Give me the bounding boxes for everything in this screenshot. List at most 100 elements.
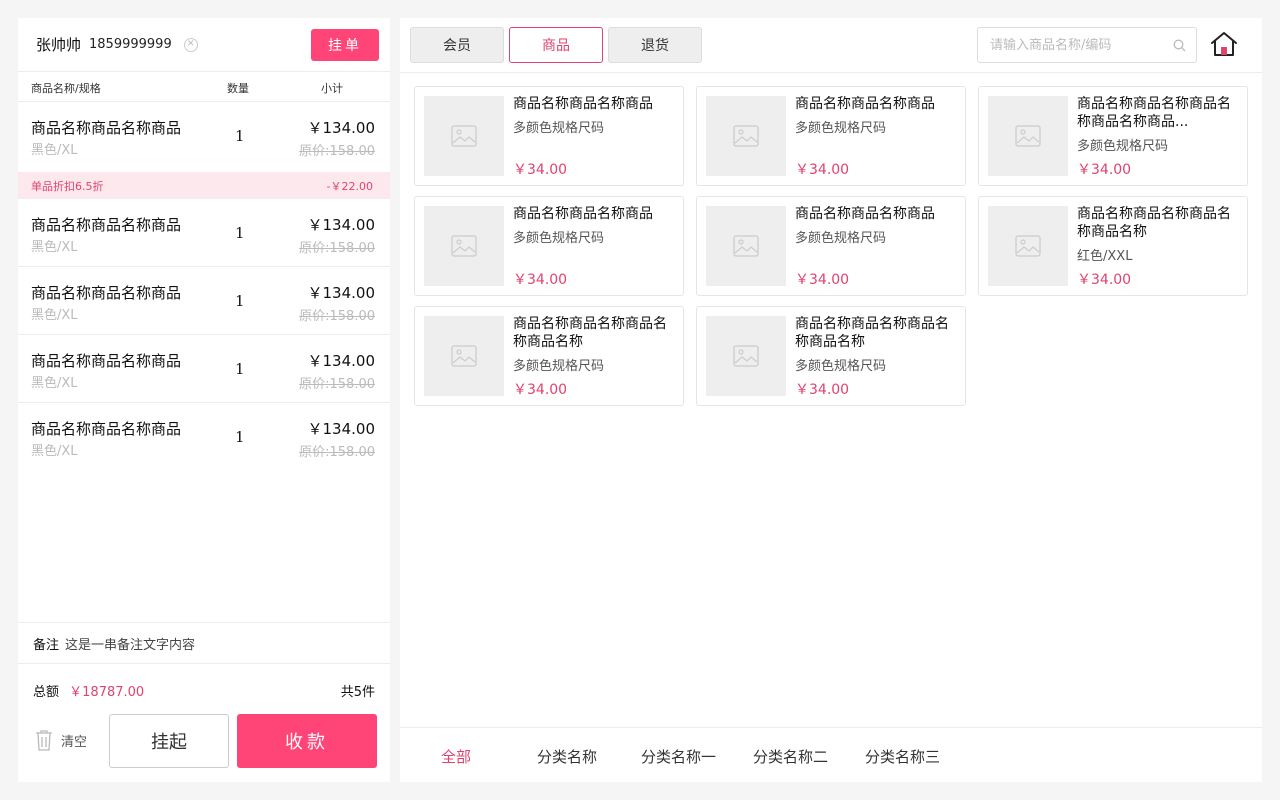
discount-amount: -￥22.00 xyxy=(326,180,373,193)
product-price: ￥34.00 xyxy=(513,382,568,398)
item-name: 商品名称商品名称商品 xyxy=(31,420,182,438)
item-price: ￥134.00 xyxy=(307,420,376,438)
product-image xyxy=(424,316,504,396)
item-qty[interactable]: 1 xyxy=(235,127,245,145)
total-value: ￥18787.00 xyxy=(69,685,145,700)
product-card[interactable]: 商品名称商品名称商品名称商品名称商品... 多颜色规格尺码 ￥34.00 xyxy=(978,86,1248,186)
item-original-price: 原价:158.00 xyxy=(299,445,375,460)
product-price: ￥34.00 xyxy=(513,272,568,288)
product-card[interactable]: 商品名称商品名称商品名称商品名称 多颜色规格尺码 ￥34.00 xyxy=(414,306,684,406)
item-spec: 黑色/XL xyxy=(31,143,78,158)
product-spec: 多颜色规格尺码 xyxy=(513,359,605,374)
image-icon xyxy=(451,235,477,257)
product-title: 商品名称商品名称商品 xyxy=(513,96,653,112)
item-price: ￥134.00 xyxy=(307,352,376,370)
category-bar: 全部 分类名称 分类名称一 分类名称二 分类名称三 xyxy=(400,727,1262,782)
item-spec: 黑色/XL xyxy=(31,240,78,255)
clear-label: 清空 xyxy=(61,734,88,750)
home-icon[interactable] xyxy=(1210,31,1238,57)
customer-phone: 1859999999 xyxy=(89,37,172,52)
item-price: ￥134.00 xyxy=(307,119,376,137)
product-title: 商品名称商品名称商品名称商品名称商品... xyxy=(1077,96,1231,130)
item-qty[interactable]: 1 xyxy=(235,360,245,378)
category-item[interactable]: 分类名称三 xyxy=(865,746,940,767)
item-spec: 黑色/XL xyxy=(31,376,78,391)
item-qty[interactable]: 1 xyxy=(235,292,245,310)
close-circle-icon[interactable]: ✕ xyxy=(183,37,198,52)
tab-returns[interactable]: 退货 xyxy=(608,27,702,63)
product-card[interactable]: 商品名称商品名称商品名称商品名称 多颜色规格尺码 ￥34.00 xyxy=(696,306,966,406)
category-item[interactable]: 分类名称 xyxy=(537,746,597,767)
hold-button[interactable]: 挂起 xyxy=(109,714,229,768)
product-panel: 会员 商品 退货 商品名称商品名称商品 多颜色规格尺码 ￥34.00 xyxy=(400,18,1262,782)
order-item[interactable]: 商品名称商品名称商品 黑色/XL 1 ￥134.00 原价:158.00 xyxy=(18,267,390,335)
item-count: 共5件 xyxy=(340,685,375,700)
item-original-price: 原价:158.00 xyxy=(299,144,375,159)
order-column-header: 商品名称/规格 数量 小计 xyxy=(18,72,390,102)
note-label: 备注 xyxy=(33,637,60,653)
product-price: ￥34.00 xyxy=(795,382,850,398)
order-note[interactable]: 备注 这是一串备注文字内容 xyxy=(18,622,390,664)
column-qty: 数量 xyxy=(227,82,249,95)
hang-order-button[interactable]: 挂单 xyxy=(311,28,379,61)
image-icon xyxy=(451,125,477,147)
product-price: ￥34.00 xyxy=(1077,162,1132,178)
product-image xyxy=(706,316,786,396)
tab-member[interactable]: 会员 xyxy=(410,27,504,63)
item-price: ￥134.00 xyxy=(307,216,376,234)
product-image xyxy=(424,206,504,286)
tab-products[interactable]: 商品 xyxy=(509,27,603,63)
image-icon xyxy=(1015,235,1041,257)
product-price: ￥34.00 xyxy=(795,162,850,178)
product-card[interactable]: 商品名称商品名称商品 多颜色规格尺码 ￥34.00 xyxy=(696,86,966,186)
item-original-price: 原价:158.00 xyxy=(299,309,375,324)
item-qty[interactable]: 1 xyxy=(235,428,245,446)
product-spec: 多颜色规格尺码 xyxy=(795,231,887,246)
product-image xyxy=(706,96,786,176)
product-spec: 多颜色规格尺码 xyxy=(513,231,605,246)
product-title: 商品名称商品名称商品 xyxy=(795,206,935,222)
discount-row: 单品折扣6.5折 -￥22.00 xyxy=(18,172,390,199)
order-item[interactable]: 商品名称商品名称商品 黑色/XL 1 ￥134.00 原价:158.00 xyxy=(18,403,390,471)
category-item[interactable]: 分类名称一 xyxy=(641,746,716,767)
total-label: 总额 xyxy=(33,685,60,700)
order-item[interactable]: 商品名称商品名称商品 黑色/XL 1 ￥134.00 原价:158.00 xyxy=(18,335,390,403)
category-all[interactable]: 全部 xyxy=(441,746,471,767)
category-item[interactable]: 分类名称二 xyxy=(753,746,828,767)
item-name: 商品名称商品名称商品 xyxy=(31,119,182,137)
top-toolbar: 会员 商品 退货 xyxy=(400,18,1262,73)
product-image xyxy=(424,96,504,176)
product-spec: 红色/XXL xyxy=(1077,249,1133,264)
search-input[interactable] xyxy=(990,37,1173,53)
clear-button[interactable]: 清空 xyxy=(35,729,87,751)
product-card[interactable]: 商品名称商品名称商品名称商品名称 红色/XXL ￥34.00 xyxy=(978,196,1248,296)
checkout-button[interactable]: 收款 xyxy=(237,714,377,768)
item-spec: 黑色/XL xyxy=(31,308,78,323)
item-name: 商品名称商品名称商品 xyxy=(31,352,182,370)
column-name: 商品名称/规格 xyxy=(31,82,101,95)
order-item[interactable]: 商品名称商品名称商品 黑色/XL 1 ￥134.00 原价:158.00 xyxy=(18,102,390,172)
note-value: 这是一串备注文字内容 xyxy=(65,637,196,653)
product-card[interactable]: 商品名称商品名称商品 多颜色规格尺码 ￥34.00 xyxy=(414,86,684,186)
product-card[interactable]: 商品名称商品名称商品 多颜色规格尺码 ￥34.00 xyxy=(414,196,684,296)
order-total: 总额 ￥18787.00 xyxy=(33,681,144,700)
image-icon xyxy=(451,345,477,367)
product-price: ￥34.00 xyxy=(513,162,568,178)
item-qty[interactable]: 1 xyxy=(235,224,245,242)
product-title: 商品名称商品名称商品名称商品名称 xyxy=(795,316,949,350)
item-original-price: 原价:158.00 xyxy=(299,241,375,256)
item-price: ￥134.00 xyxy=(307,284,376,302)
image-icon xyxy=(733,125,759,147)
item-original-price: 原价:158.00 xyxy=(299,377,375,392)
product-card[interactable]: 商品名称商品名称商品 多颜色规格尺码 ￥34.00 xyxy=(696,196,966,296)
product-title: 商品名称商品名称商品名称商品名称 xyxy=(1077,206,1231,240)
product-price: ￥34.00 xyxy=(795,272,850,288)
product-spec: 多颜色规格尺码 xyxy=(513,121,605,136)
product-title: 商品名称商品名称商品 xyxy=(795,96,935,112)
item-name: 商品名称商品名称商品 xyxy=(31,284,182,302)
order-item[interactable]: 商品名称商品名称商品 黑色/XL 1 ￥134.00 原价:158.00 xyxy=(18,199,390,267)
search-box xyxy=(977,27,1197,63)
search-icon[interactable] xyxy=(1173,39,1186,52)
column-subtotal: 小计 xyxy=(321,82,343,95)
product-image xyxy=(988,206,1068,286)
